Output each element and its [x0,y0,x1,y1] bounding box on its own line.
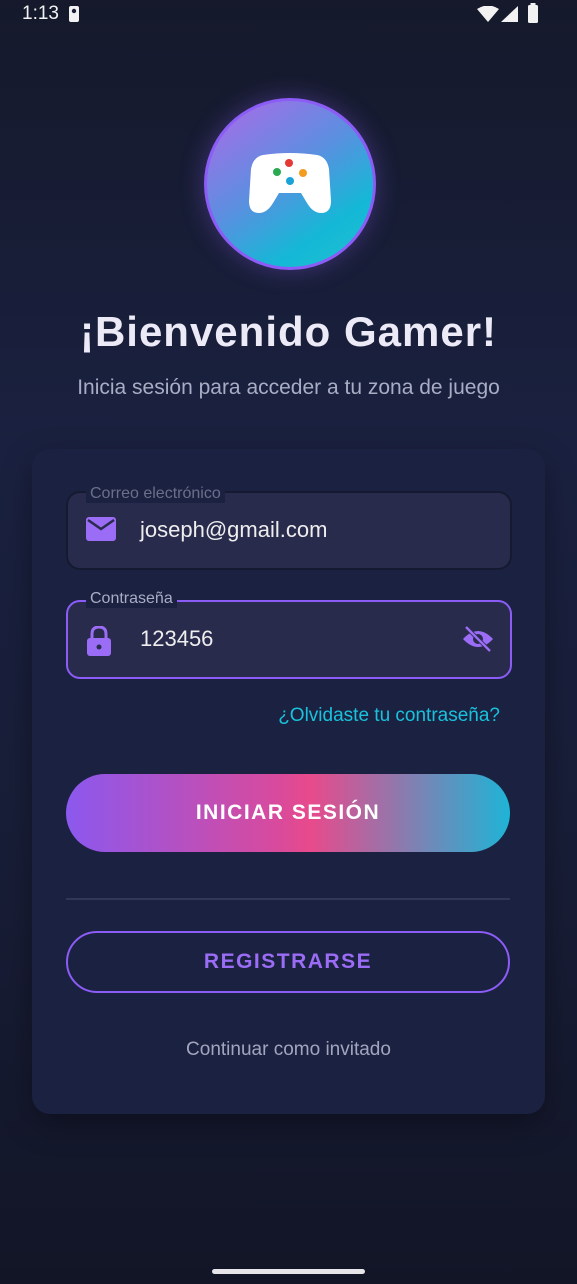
home-indicator[interactable] [212,1269,365,1274]
password-label: Contraseña [86,590,177,608]
cellular-icon [501,6,518,22]
guest-link[interactable]: Continuar como invitado [32,1039,545,1061]
login-card: Correo electrónico joseph@gmail.com Cont… [32,449,545,1114]
welcome-title: ¡Bienvenido Gamer! [79,308,498,355]
email-label: Correo electrónico [86,485,225,503]
email-field[interactable]: Correo electrónico joseph@gmail.com [66,485,512,570]
gamepad-icon [249,153,331,213]
welcome-subtitle: Inicia sesión para acceder a tu zona de … [77,376,500,399]
password-field[interactable]: Contraseña 123456 [66,590,512,679]
password-input[interactable]: 123456 [140,626,213,652]
notification-icon [69,6,79,22]
divider [66,898,510,900]
lock-icon [87,626,111,656]
wifi-icon [477,6,499,22]
status-bar: 1:13 [0,0,577,28]
login-button[interactable]: INICIAR SESIÓN [66,774,510,852]
battery-icon [528,3,538,23]
app-logo [204,98,376,270]
email-input[interactable]: joseph@gmail.com [140,517,327,543]
forgot-password-link[interactable]: ¿Olvidaste tu contraseña? [278,705,500,727]
register-button[interactable]: REGISTRARSE [66,931,510,993]
status-time: 1:13 [22,3,59,24]
mail-icon [86,517,116,541]
eye-off-icon[interactable] [462,625,494,653]
